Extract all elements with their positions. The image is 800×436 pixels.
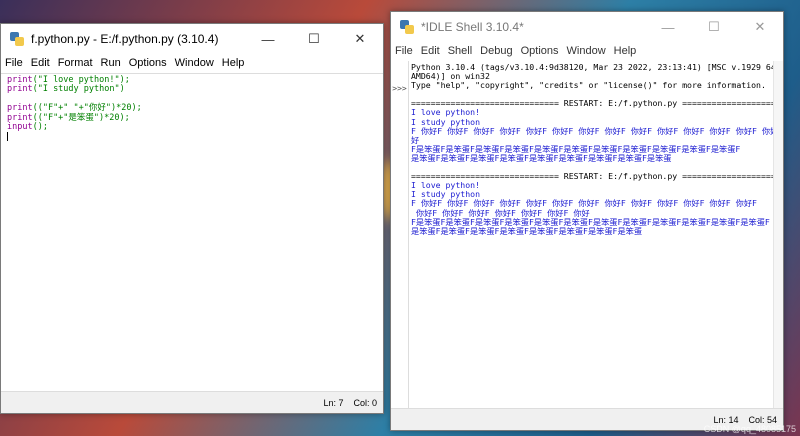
shell-window[interactable]: *IDLE Shell 3.10.4* — ☐ ✕ File Edit Shel…	[390, 11, 784, 431]
menu-window[interactable]: Window	[175, 57, 214, 69]
minimize-icon[interactable]: —	[245, 24, 291, 54]
menu-run[interactable]: Run	[101, 57, 121, 69]
shell-prompt: >>>	[392, 84, 407, 93]
menu-file[interactable]: File	[5, 57, 23, 69]
shell-line: F 你好F 你好F 你好F 你好F 你好F 你好F 你好F 你好F 你好F 你好…	[411, 125, 773, 136]
code-line: print("I study python")	[7, 85, 377, 94]
watermark: CSDN @qq_48085175	[703, 424, 796, 434]
shell-window-title: *IDLE Shell 3.10.4*	[421, 20, 524, 34]
line-indicator: Ln: 7	[323, 397, 344, 408]
code-editor[interactable]: print("I love python!"); print("I study p…	[1, 73, 383, 391]
code-keyword: input	[7, 122, 33, 133]
code-line: input();	[7, 122, 377, 133]
editor-statusbar: Ln: 7 Col: 0	[1, 391, 383, 413]
code-keyword: print	[7, 84, 33, 95]
menu-edit[interactable]: Edit	[31, 57, 50, 69]
column-indicator: Col: 54	[748, 414, 777, 425]
maximize-icon[interactable]: ☐	[291, 24, 337, 54]
shell-line: 是笨蛋F是笨蛋F是笨蛋F是笨蛋F是笨蛋F是笨蛋F是笨蛋F是笨蛋	[411, 225, 643, 236]
editor-window-title: f.python.py - E:/f.python.py (3.10.4)	[31, 32, 219, 46]
menu-options[interactable]: Options	[521, 45, 559, 57]
shell-line: 是笨蛋F是笨蛋F是笨蛋F是笨蛋F是笨蛋F是笨蛋F是笨蛋F是笨蛋F是笨蛋	[411, 152, 672, 163]
vertical-scrollbar[interactable]	[773, 61, 783, 408]
menu-format[interactable]: Format	[58, 57, 93, 69]
python-file-icon	[9, 31, 25, 47]
minimize-icon[interactable]: —	[645, 12, 691, 42]
shell-line: Type "help", "copyright", "credits" or "…	[411, 80, 766, 91]
shell-titlebar[interactable]: *IDLE Shell 3.10.4* — ☐ ✕	[391, 12, 783, 42]
shell-output[interactable]: Python 3.10.4 (tags/v3.10.4:9d38120, Mar…	[409, 61, 773, 408]
shell-menubar: File Edit Shell Debug Options Window Hel…	[391, 42, 783, 60]
close-icon[interactable]: ✕	[737, 12, 783, 42]
idle-icon	[399, 19, 415, 35]
prompt-gutter: >>>	[391, 61, 409, 408]
maximize-icon[interactable]: ☐	[691, 12, 737, 42]
menu-help[interactable]: Help	[614, 45, 637, 57]
menu-help[interactable]: Help	[222, 57, 245, 69]
menu-edit[interactable]: Edit	[421, 45, 440, 57]
text-cursor	[7, 132, 8, 142]
code-line: print(("F"+"是笨蛋")*20);	[7, 113, 377, 123]
editor-window[interactable]: f.python.py - E:/f.python.py (3.10.4) — …	[0, 23, 384, 414]
code-args: ("I study python")	[32, 84, 125, 95]
line-indicator: Ln: 14	[713, 414, 739, 425]
menu-window[interactable]: Window	[567, 45, 606, 57]
menu-debug[interactable]: Debug	[480, 45, 512, 57]
menu-shell[interactable]: Shell	[448, 45, 472, 57]
editor-menubar: File Edit Format Run Options Window Help	[1, 54, 383, 72]
menu-file[interactable]: File	[395, 45, 413, 57]
code-args: ();	[32, 122, 48, 133]
menu-options[interactable]: Options	[129, 57, 167, 69]
column-indicator: Col: 0	[353, 397, 377, 408]
close-icon[interactable]: ✕	[337, 24, 383, 54]
editor-titlebar[interactable]: f.python.py - E:/f.python.py (3.10.4) — …	[1, 24, 383, 54]
